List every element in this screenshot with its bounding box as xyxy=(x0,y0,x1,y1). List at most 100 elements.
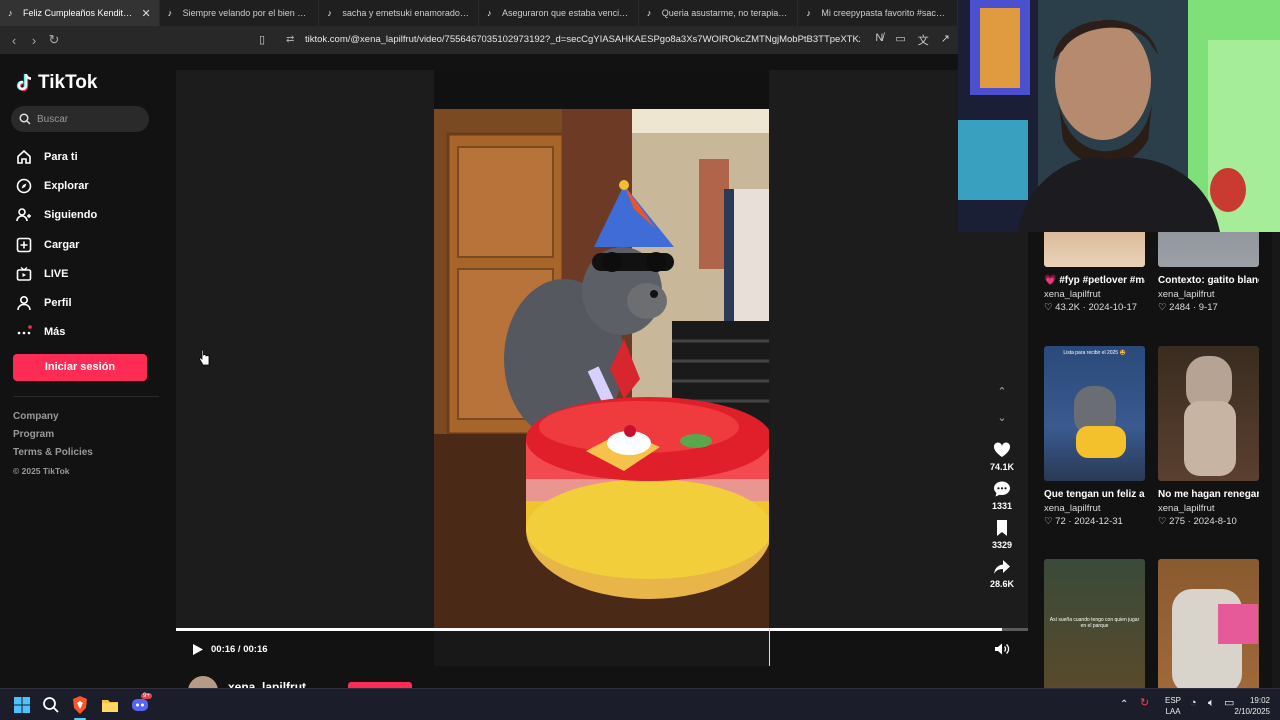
save-button[interactable]: 3329 xyxy=(984,519,1020,554)
related-video-card[interactable]: 💗 #fyp #petlover #mascotastiktok xena_la… xyxy=(1044,232,1145,313)
browser-tab-bar: ♪ Feliz Cumpleaños Kendito 😊 ✕ ♪ Siempre ve… xyxy=(0,0,959,26)
search-input[interactable]: Buscar xyxy=(11,106,149,132)
play-icon[interactable] xyxy=(192,643,204,656)
reload-icon[interactable]: ↻ xyxy=(44,32,64,48)
like-count: 74.1K xyxy=(989,462,1015,472)
browser-tab[interactable]: ♪ Feliz Cumpleaños Kendito 😊 ✕ xyxy=(0,0,160,26)
volume-icon[interactable] xyxy=(994,642,1010,656)
heart-outline-icon: ♡ xyxy=(1044,302,1056,313)
search-icon[interactable] xyxy=(41,695,61,715)
tray-app-icon[interactable]: ↻ xyxy=(1140,698,1149,709)
comment-button[interactable]: 1331 xyxy=(984,480,1020,515)
related-video-card[interactable] xyxy=(1158,559,1259,688)
share-button[interactable]: 28.6K xyxy=(984,558,1020,593)
streamer-camera-image xyxy=(958,0,1280,232)
browser-tab[interactable]: ♪Queria asustarme, no terapia #arcad xyxy=(639,0,799,26)
bookmark-icon[interactable]: ▯ xyxy=(259,33,265,46)
video-frame[interactable] xyxy=(434,109,769,629)
comment-count: 1331 xyxy=(991,501,1013,511)
bookmark-icon xyxy=(997,520,1007,536)
nav-item-perfil[interactable]: Perfil xyxy=(16,288,97,317)
nav-item-mas[interactable]: Más xyxy=(16,318,97,347)
nav-item-explorar[interactable]: Explorar xyxy=(16,171,97,200)
forward-icon[interactable]: › xyxy=(24,33,44,48)
heart-outline-icon: ♡ xyxy=(1158,302,1170,313)
close-tab-icon[interactable]: ✕ xyxy=(141,7,150,20)
profile-icon xyxy=(17,296,31,311)
browser-tab[interactable]: ♪Aseguraron que estaba vencido la B xyxy=(479,0,639,26)
tiktok-favicon-icon: ♪ xyxy=(487,7,492,18)
footer-link-company[interactable]: Company xyxy=(13,408,93,426)
wifi-icon[interactable]: ◔ xyxy=(1190,698,1197,709)
tray-overflow-icon[interactable]: ⌃ xyxy=(1120,699,1128,710)
comment-icon xyxy=(994,481,1010,497)
avatar[interactable] xyxy=(188,676,218,688)
share-icon[interactable]: ↗ xyxy=(941,32,950,48)
language-indicator[interactable]: ESP LAA xyxy=(1162,695,1184,717)
tiktok-favicon-icon: ♪ xyxy=(8,7,13,18)
related-video-card[interactable]: Lista para recibir el 2025 🤩 Que tengan … xyxy=(1044,346,1145,527)
author-name[interactable]: xena_lapilfrut xyxy=(228,680,306,688)
related-video-card[interactable]: Contexto: gatito blanco estaba... xena_l… xyxy=(1158,232,1259,313)
browser-tab[interactable]: ♪ Mi creepypasta favorito #sachauz xyxy=(798,0,959,26)
address-bar-tools: N̸ ▭ 文 ↗ xyxy=(875,32,950,48)
browser-tab[interactable]: ♪sacha y emetsuki enamorados #bebe xyxy=(319,0,480,26)
related-videos: 💗 #fyp #petlover #mascotastiktok xena_la… xyxy=(1028,232,1280,688)
upload-icon xyxy=(16,237,32,252)
compass-icon xyxy=(16,178,32,194)
nav-item-para-ti[interactable]: Para ti xyxy=(16,142,97,171)
home-icon xyxy=(17,149,31,164)
tiktok-favicon-icon: ♪ xyxy=(327,7,332,18)
file-explorer-icon[interactable] xyxy=(100,695,120,715)
tiktok-logo[interactable]: TikTok xyxy=(16,72,97,94)
reader-icon[interactable]: N̸ xyxy=(875,32,883,48)
hand-cursor-icon xyxy=(199,349,210,366)
nav-item-siguiendo[interactable]: Siguiendo xyxy=(16,201,97,230)
notification-badge: 9+ xyxy=(141,693,152,699)
next-video-icon[interactable]: ⌄ xyxy=(984,411,1020,437)
clock[interactable]: 19:02 2/10/2025 xyxy=(1226,695,1270,717)
tiktok-favicon-icon: ♪ xyxy=(167,7,173,18)
related-video-card[interactable]: Así sueña cuando tengo con quien jugar e… xyxy=(1044,559,1145,688)
footer-link-terms[interactable]: Terms & Policies xyxy=(13,444,93,462)
video-still-dog-birthday xyxy=(434,109,769,629)
nav-item-live[interactable]: LIVE xyxy=(16,259,97,288)
brave-browser-icon[interactable] xyxy=(70,695,90,715)
video-letterbox xyxy=(434,70,769,109)
video-actions: ⌃ ⌄ 74.1K 1331 3329 28.6K xyxy=(984,385,1020,593)
author-row: xena_lapilfrut xyxy=(176,666,1028,688)
share-count: 28.6K xyxy=(989,579,1015,589)
back-icon[interactable]: ‹ xyxy=(4,33,24,48)
sidebar: TikTok Buscar Para ti Explorar Siguiendo… xyxy=(0,54,176,688)
related-video-card[interactable]: No me hagan renegar🤬 !! Me... xena_lapil… xyxy=(1158,346,1259,527)
nav-item-cargar[interactable]: Cargar xyxy=(16,230,97,259)
video-player[interactable]: 00:16 / 00:16 xyxy=(176,70,1028,666)
tiktok-favicon-icon: ♪ xyxy=(806,7,811,18)
video-controls-strip xyxy=(434,631,769,666)
video-thumbnail xyxy=(1158,559,1259,688)
footer-link-program[interactable]: Program xyxy=(13,426,93,444)
screen: ♪ Feliz Cumpleaños Kendito 😊 ✕ ♪ Siempre ve… xyxy=(0,0,1280,720)
login-button[interactable]: Iniciar sesión xyxy=(13,354,147,381)
like-button[interactable]: 74.1K xyxy=(984,441,1020,476)
live-icon xyxy=(16,266,32,281)
url-field[interactable]: tiktok.com/@xena_lapilfrut/video/7556467… xyxy=(305,34,860,45)
more-icon xyxy=(17,325,32,335)
translate-icon[interactable]: 文 xyxy=(918,32,929,48)
brand-name: TikTok xyxy=(38,72,98,93)
tiktok-icon xyxy=(16,73,32,92)
scrollbar[interactable] xyxy=(1272,232,1280,688)
share-arrow-icon xyxy=(994,560,1010,574)
search-icon xyxy=(19,113,31,125)
previous-video-icon[interactable]: ⌃ xyxy=(984,385,1020,411)
browser-tab[interactable]: ♪ Siempre velando por el bien de mis xyxy=(160,0,320,26)
heart-outline-icon: ♡ xyxy=(1044,516,1056,527)
video-thumbnail xyxy=(1158,346,1259,481)
save-count: 3329 xyxy=(991,540,1013,550)
windows-start-icon[interactable] xyxy=(12,695,32,715)
heart-outline-icon: ♡ xyxy=(1158,516,1170,527)
cast-icon[interactable]: ▭ xyxy=(895,32,905,48)
speaker-icon[interactable]: 🔈︎ xyxy=(1208,698,1215,709)
site-info-icon[interactable]: ⇄ xyxy=(286,34,294,45)
video-thumbnail: Lista para recibir el 2025 🤩 xyxy=(1044,346,1145,481)
